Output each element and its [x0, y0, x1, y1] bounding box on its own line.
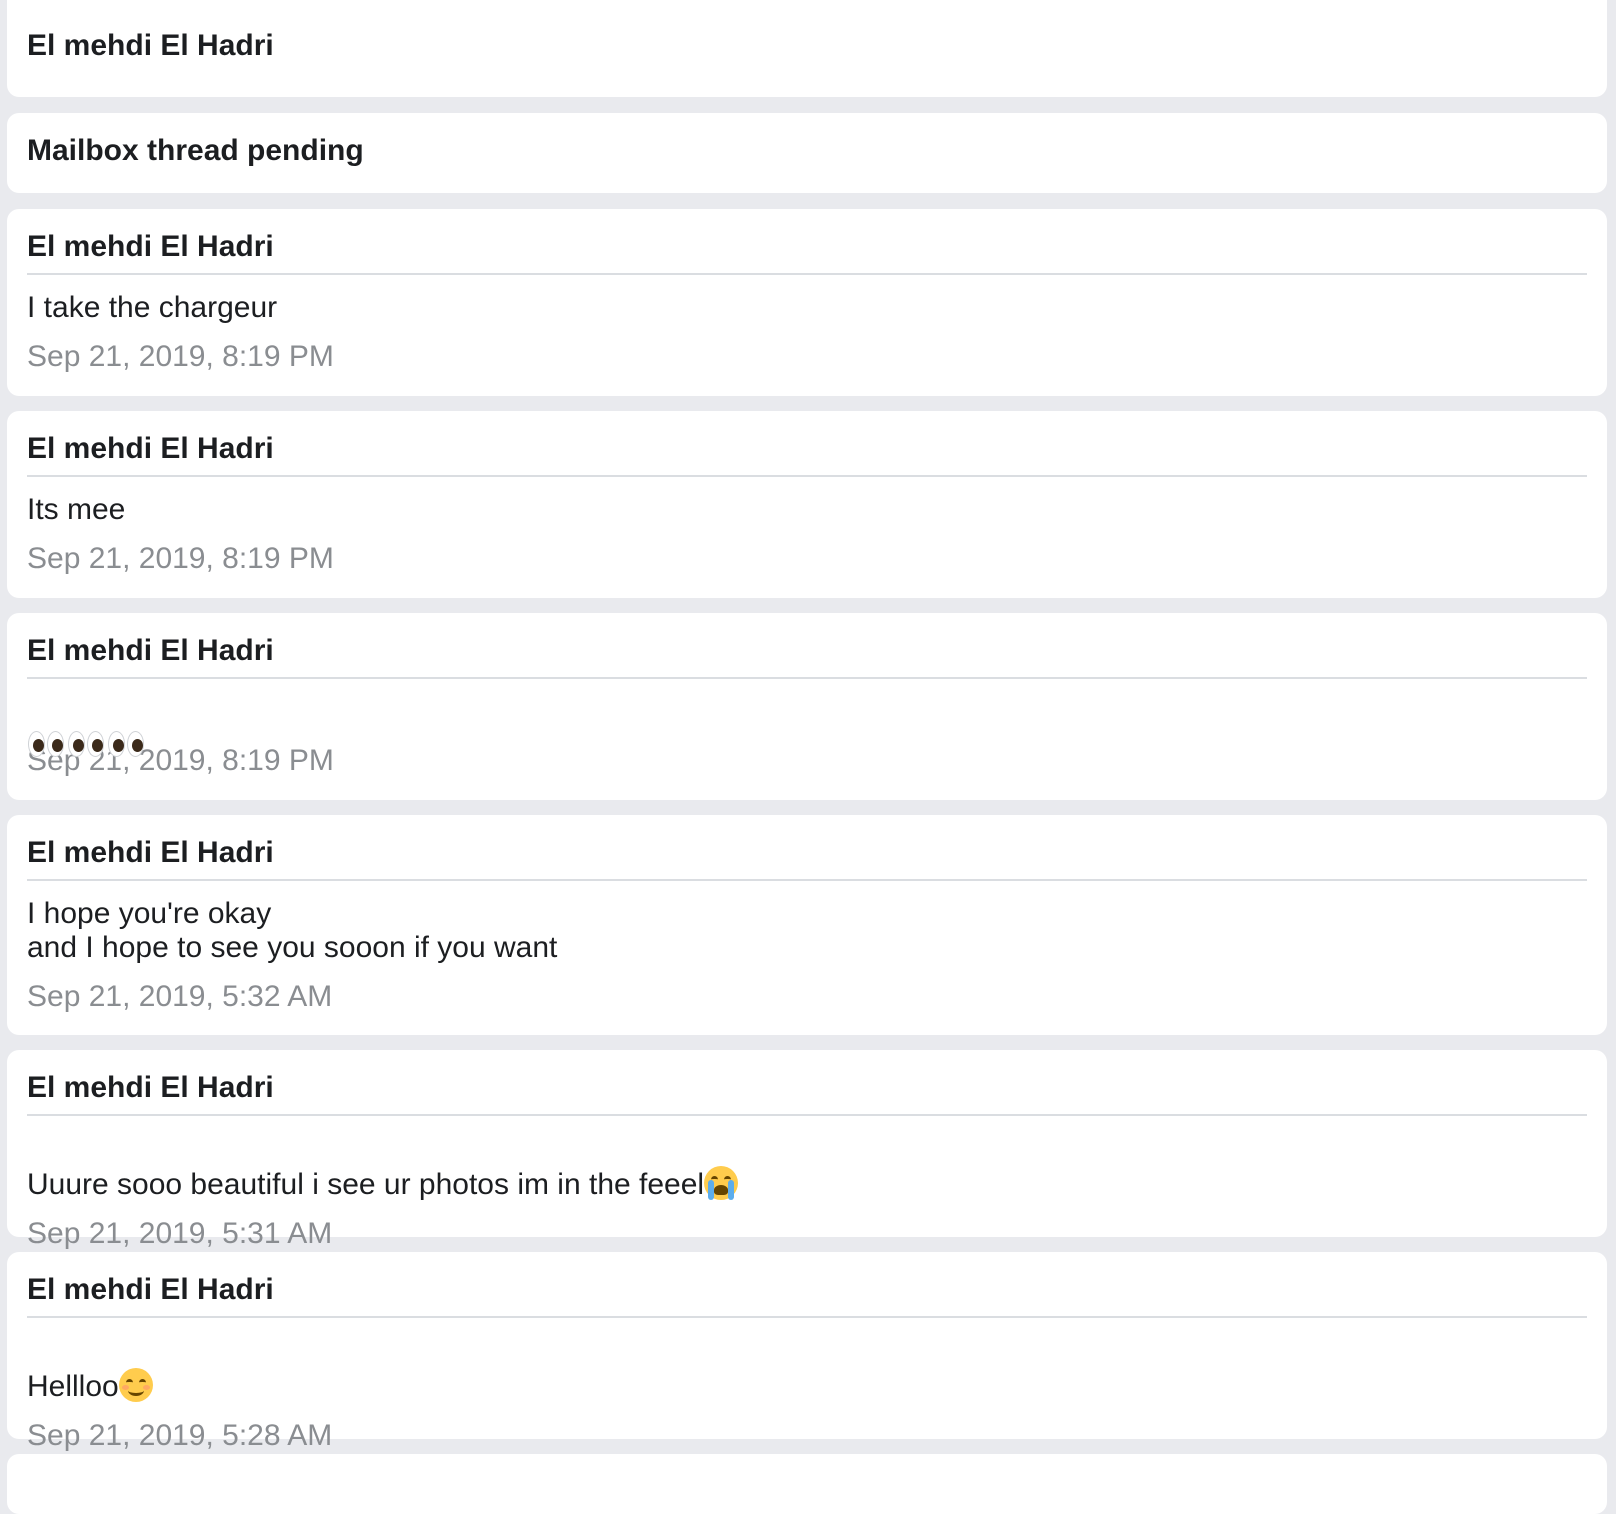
message-text: I hope you're okay and I hope to see you… [27, 897, 558, 964]
eyes-emoji-icon [67, 729, 107, 759]
message-timestamp: Sep 21, 2019, 8:19 PM [27, 340, 334, 373]
message-card: El mehdi El Hadri I take the chargeur Se… [7, 209, 1607, 396]
message-text-content: Hellloo [27, 1370, 119, 1403]
thread-header-card: El mehdi El Hadri [7, 0, 1607, 97]
thread-status-card: Mailbox thread pending [7, 113, 1607, 193]
message-divider [27, 475, 1587, 477]
thread-participant-name: El mehdi El Hadri [27, 29, 274, 62]
message-text: I take the chargeur [27, 291, 278, 324]
message-text [27, 695, 1587, 757]
loudly-crying-face-icon [704, 1166, 739, 1200]
message-sender: El mehdi El Hadri [27, 1273, 274, 1306]
message-thread: El mehdi El Hadri Mailbox thread pending… [0, 0, 1616, 1514]
message-sender: El mehdi El Hadri [27, 634, 274, 667]
message-text-content: Uuure sooo beautiful i see ur photos im … [27, 1168, 705, 1201]
message-card: El mehdi El Hadri I hope you're okay and… [7, 815, 1607, 1035]
message-sender: El mehdi El Hadri [27, 432, 274, 465]
message-card: El mehdi El Hadri Uuure sooo beautiful i… [7, 1050, 1607, 1250]
message-divider [27, 1114, 1587, 1116]
message-sender: El mehdi El Hadri [27, 230, 274, 263]
message-divider [27, 1316, 1587, 1318]
message-card-partial [7, 1454, 1607, 1514]
message-timestamp: Sep 21, 2019, 8:19 PM [27, 542, 334, 575]
eyes-emoji-icon [107, 729, 147, 759]
message-card: El mehdi El Hadri Hellloo Sep 21, 2019, … [7, 1252, 1607, 1452]
message-timestamp: Sep 21, 2019, 8:19 PM [27, 744, 334, 777]
eyes-emoji-icon [27, 729, 67, 759]
message-card: El mehdi El Hadri Its mee Sep 21, 2019, … [7, 411, 1607, 598]
message-text: Hellloo [27, 1334, 1587, 1404]
message-text: Its mee [27, 493, 126, 526]
message-text: Uuure sooo beautiful i see ur photos im … [27, 1132, 1587, 1202]
message-sender: El mehdi El Hadri [27, 1071, 274, 1104]
message-sender: El mehdi El Hadri [27, 836, 274, 869]
message-card: El mehdi El Hadri Sep 21, 2019, 8:19 PM [7, 613, 1607, 800]
message-timestamp: Sep 21, 2019, 5:32 AM [27, 980, 333, 1013]
message-divider [27, 879, 1587, 881]
message-timestamp: Sep 21, 2019, 5:28 AM [27, 1419, 333, 1452]
thread-status-label: Mailbox thread pending [27, 134, 364, 167]
message-divider [27, 273, 1587, 275]
smiling-face-icon [118, 1368, 153, 1402]
message-divider [27, 677, 1587, 679]
message-timestamp: Sep 21, 2019, 5:31 AM [27, 1217, 333, 1250]
